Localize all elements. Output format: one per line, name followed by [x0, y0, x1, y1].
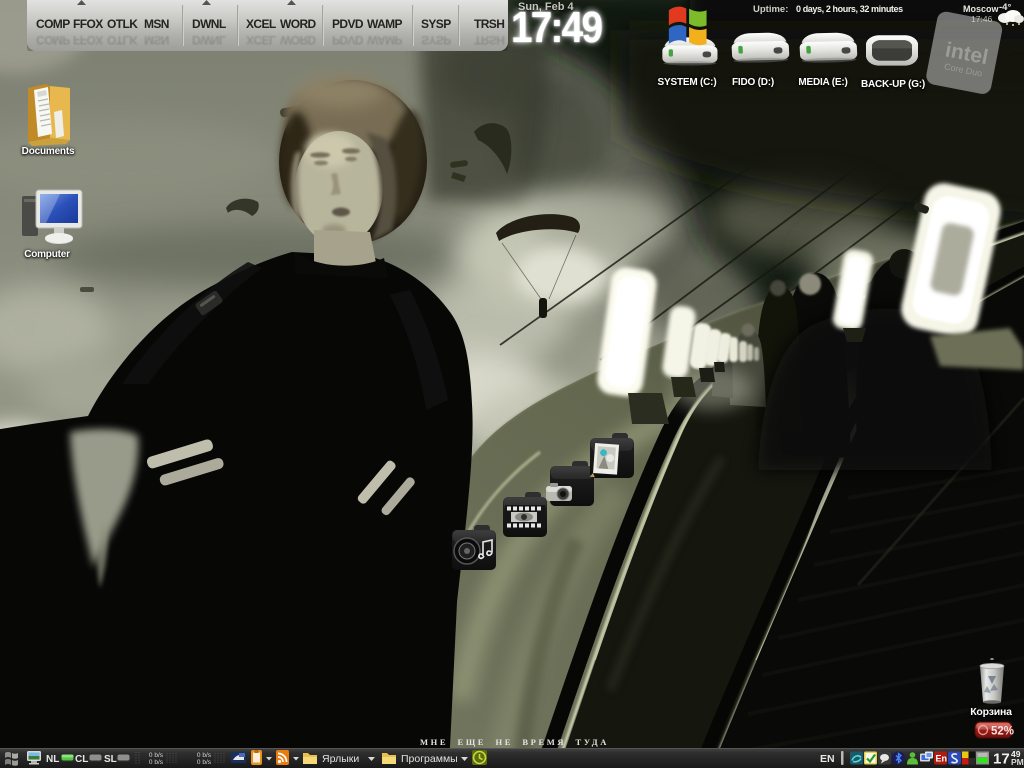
svg-text:0 b/s: 0 b/s [149, 752, 164, 759]
svg-text:PM: PM [1011, 757, 1024, 767]
svg-text:EN: EN [820, 753, 835, 765]
svg-text:0 b/s: 0 b/s [197, 752, 212, 759]
svg-text:0 b/s: 0 b/s [149, 759, 164, 766]
svg-text:SL: SL [104, 754, 117, 765]
svg-text:0 b/s: 0 b/s [197, 759, 212, 766]
svg-text:NL: NL [46, 754, 59, 765]
svg-text:Программы: Программы [401, 753, 458, 765]
svg-text:CL: CL [75, 754, 88, 765]
svg-text:17: 17 [993, 751, 1010, 768]
svg-text:52%: 52% [991, 726, 1014, 738]
svg-text:En: En [936, 754, 948, 764]
svg-text:Ярлыки: Ярлыки [322, 753, 359, 765]
